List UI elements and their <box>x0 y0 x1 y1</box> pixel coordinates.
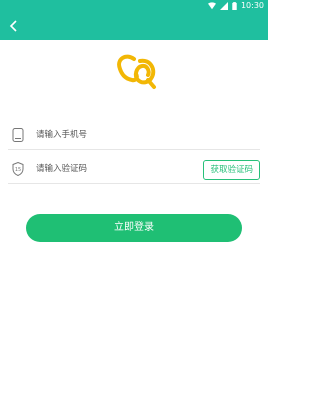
status-time: 10:30 <box>240 1 264 10</box>
status-icons: 10:30 <box>207 0 264 12</box>
app-logo <box>117 54 156 89</box>
code-input[interactable]: 请输入验证码 <box>36 155 87 183</box>
shield-icon: 15 <box>12 162 24 176</box>
phone-input[interactable]: 请输入手机号 <box>36 121 87 149</box>
login-button[interactable]: 立即登录 <box>26 214 242 242</box>
phone-field[interactable]: 请输入手机号 <box>8 121 260 150</box>
toolbar <box>0 12 268 40</box>
code-field[interactable]: 15 请输入验证码 获取验证码 <box>8 155 260 184</box>
phone-icon <box>12 128 24 142</box>
svg-text:15: 15 <box>15 167 21 173</box>
signal-icon <box>219 2 228 10</box>
get-code-button[interactable]: 获取验证码 <box>203 160 260 180</box>
wifi-icon <box>207 2 216 10</box>
status-bar: 10:30 <box>0 0 268 12</box>
battery-icon <box>232 2 237 10</box>
chevron-left-icon[interactable] <box>6 18 22 34</box>
